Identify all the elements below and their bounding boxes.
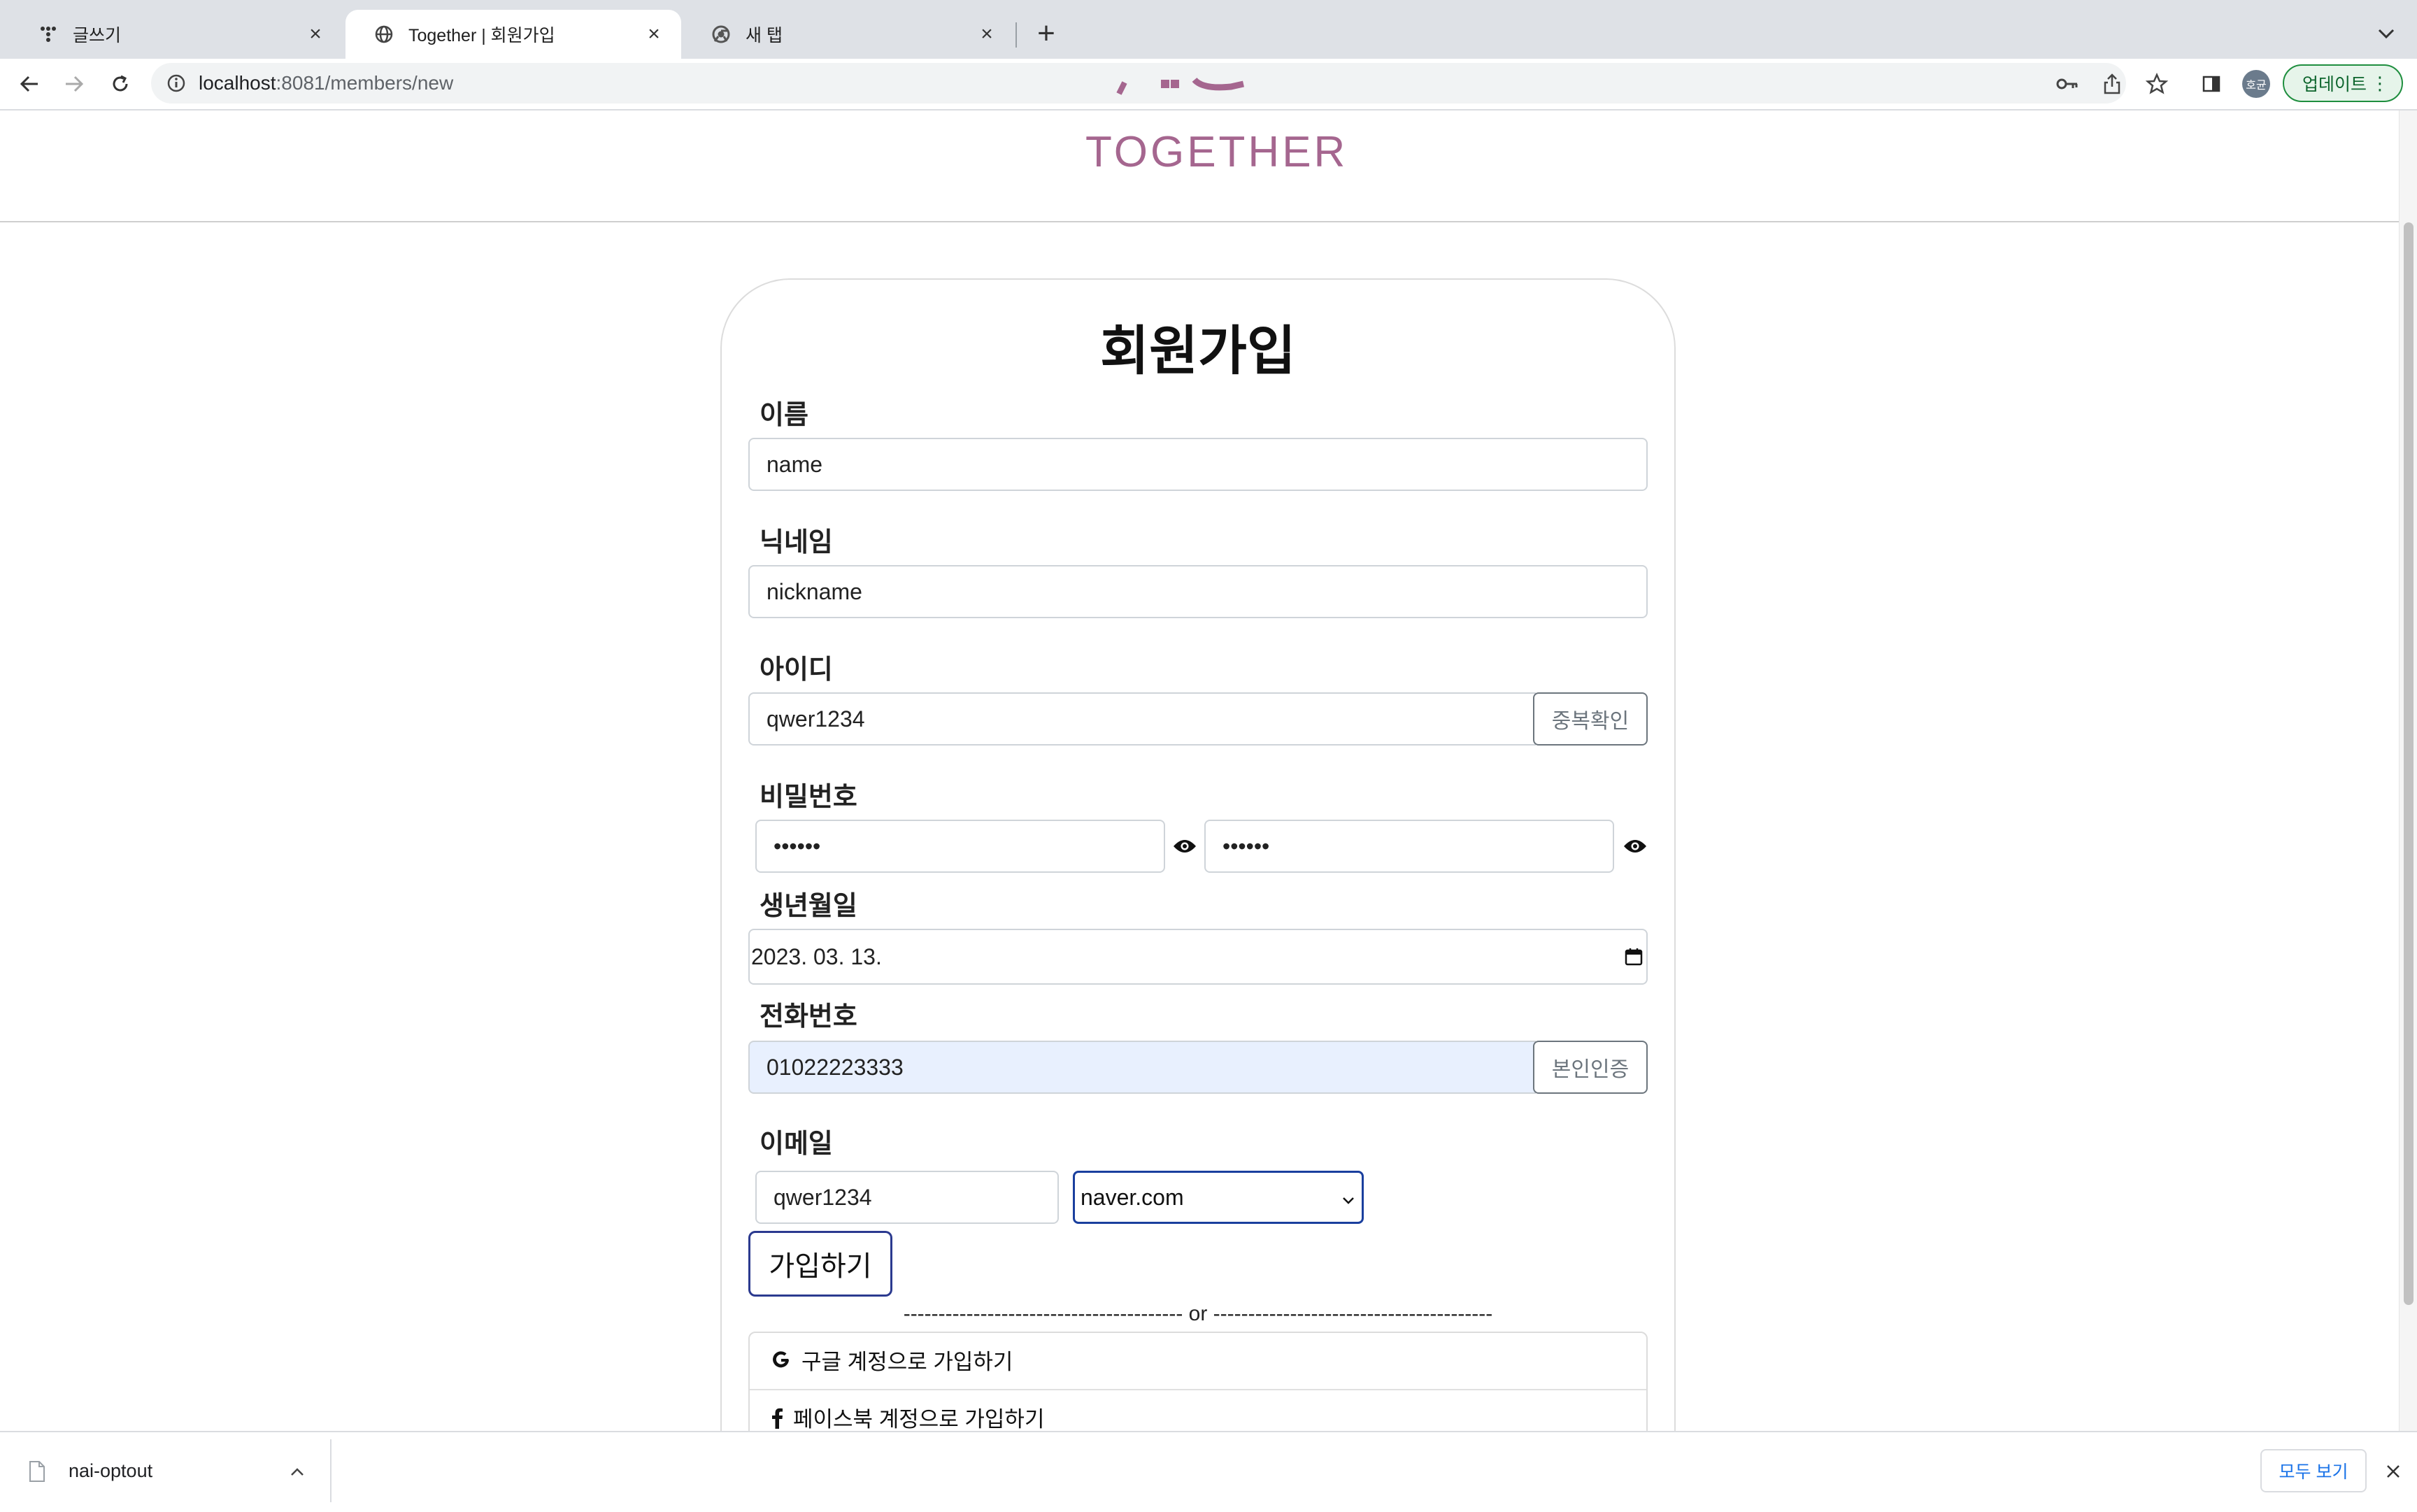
tab-title: 새 탭 — [746, 26, 783, 45]
email-local-input[interactable]: qwer1234 — [755, 1171, 1059, 1224]
email-domain-select[interactable]: naver.com — [1073, 1171, 1364, 1224]
tab-search-chevron-icon[interactable] — [2371, 18, 2402, 49]
phone-label: 전화번호 — [760, 1002, 857, 1032]
reload-icon[interactable] — [105, 69, 136, 99]
nickname-label: 닉네임 — [760, 528, 833, 557]
back-arrow-icon[interactable] — [14, 69, 45, 99]
eye-icon[interactable] — [1621, 832, 1649, 860]
social-divider — [750, 1389, 1646, 1390]
facebook-signup-button[interactable]: 페이스북 계정으로 가입하기 — [769, 1402, 1044, 1433]
id-label: 아이디 — [760, 655, 833, 685]
password-label: 비밀번호 — [760, 783, 857, 812]
phone-input[interactable]: 01022223333 — [748, 1041, 1536, 1094]
tab-new-tab[interactable]: 새 탭 × — [683, 10, 1014, 59]
forward-arrow-icon[interactable] — [59, 69, 90, 99]
tab-separator — [1015, 22, 1017, 48]
key-icon[interactable] — [2052, 69, 2083, 99]
name-label: 이름 — [760, 401, 808, 430]
url-path: :8081/members/new — [276, 72, 454, 94]
password-confirm-input[interactable]: •••••• — [1204, 820, 1614, 873]
update-label: 업데이트 — [2302, 75, 2367, 94]
or-divider: ----------------------------------------… — [903, 1302, 1493, 1325]
name-value: name — [767, 451, 823, 477]
password-confirm-value: •••••• — [1222, 833, 1270, 859]
logo-text: TOGETHER — [1085, 128, 1348, 176]
share-icon[interactable] — [2097, 69, 2127, 99]
close-icon[interactable]: × — [643, 22, 664, 45]
phone-value: 01022223333 — [767, 1054, 904, 1080]
update-button[interactable]: 업데이트 ⋮ — [2283, 64, 2403, 102]
chevron-up-icon[interactable] — [287, 1462, 308, 1483]
tab-title: 글쓰기 — [73, 26, 122, 45]
page-title: 회원가입 — [1100, 322, 1296, 381]
tab-signup[interactable]: Together | 회원가입 × — [345, 10, 681, 59]
profile-avatar[interactable]: 호균 — [2242, 70, 2270, 98]
eye-icon[interactable] — [1171, 832, 1199, 860]
download-separator — [330, 1439, 331, 1502]
birth-value: 2023. 03. 13. — [751, 943, 882, 969]
nickname-value: nickname — [767, 578, 862, 604]
download-file-name[interactable]: nai-optout — [69, 1460, 152, 1482]
close-icon[interactable]: × — [976, 22, 997, 45]
close-icon[interactable] — [2379, 1457, 2407, 1485]
google-signup-label: 구글 계정으로 가입하기 — [801, 1350, 1013, 1374]
app-icon — [38, 24, 59, 45]
calendar-icon[interactable] — [1623, 946, 1645, 968]
url-host: localhost — [199, 72, 276, 94]
id-duplicate-check-button[interactable]: 중복확인 — [1533, 692, 1648, 746]
birth-date-input[interactable]: 2023. 03. 13. — [748, 929, 1648, 985]
kebab-menu-icon[interactable]: ⋮ — [2371, 74, 2389, 92]
birth-label: 생년월일 — [760, 892, 857, 921]
id-value: qwer1234 — [767, 706, 865, 732]
email-domain-value: naver.com — [1081, 1184, 1184, 1210]
chrome-icon — [711, 24, 732, 45]
side-panel-icon[interactable] — [2196, 69, 2227, 99]
file-icon — [29, 1461, 45, 1482]
new-tab-button[interactable]: + — [1028, 15, 1064, 52]
info-icon[interactable] — [165, 72, 187, 94]
email-label: 이메일 — [760, 1129, 833, 1159]
google-icon — [769, 1348, 793, 1372]
tab-write[interactable]: 글쓰기 × — [10, 10, 343, 59]
name-input[interactable]: name — [748, 438, 1648, 491]
id-input[interactable]: qwer1234 — [748, 692, 1536, 746]
google-signup-button[interactable]: 구글 계정으로 가입하기 — [769, 1344, 1013, 1376]
signup-submit-button[interactable]: 가입하기 — [748, 1231, 892, 1297]
close-icon[interactable]: × — [305, 22, 326, 45]
chevron-down-icon — [1341, 1188, 1356, 1214]
tab-title: Together | 회원가입 — [408, 26, 555, 45]
show-all-downloads-button[interactable]: 모두 보기 — [2260, 1449, 2367, 1492]
url-text[interactable]: localhost:8081/members/new — [199, 71, 453, 96]
password-value: •••••• — [773, 833, 821, 859]
scrollbar-thumb[interactable] — [2404, 222, 2414, 1305]
download-bar — [0, 1431, 2417, 1512]
nickname-input[interactable]: nickname — [748, 565, 1648, 618]
facebook-icon — [769, 1406, 785, 1429]
globe-icon — [373, 24, 394, 45]
password-input[interactable]: •••••• — [755, 820, 1165, 873]
facebook-signup-label: 페이스북 계정으로 가입하기 — [793, 1407, 1045, 1432]
email-local-value: qwer1234 — [773, 1184, 872, 1210]
bookmark-star-icon[interactable] — [2141, 69, 2172, 99]
identity-verify-button[interactable]: 본인인증 — [1533, 1041, 1648, 1094]
